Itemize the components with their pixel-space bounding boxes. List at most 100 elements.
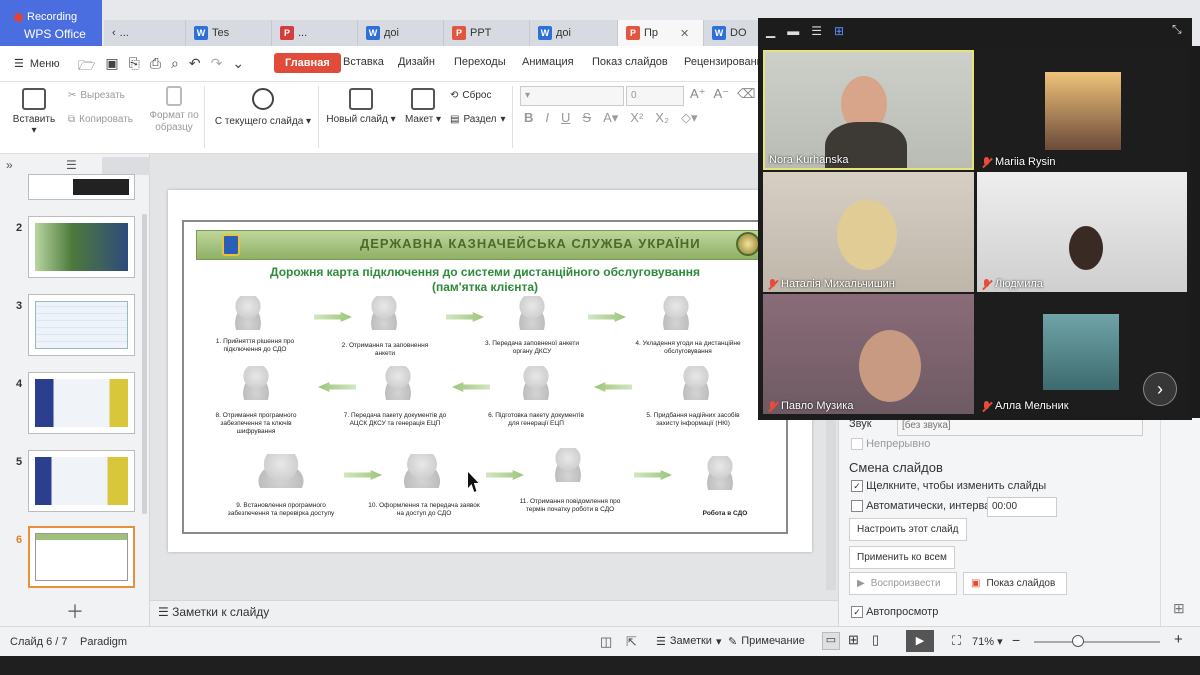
- start-from-current-button[interactable]: С текущего слайда ▾: [214, 88, 312, 127]
- video-tile-3[interactable]: Наталія Михальчишин: [763, 172, 974, 292]
- font-color-icon[interactable]: A▾: [603, 110, 618, 126]
- bold-icon[interactable]: B: [524, 110, 533, 126]
- subscript-icon[interactable]: X₂: [655, 110, 669, 126]
- reset-button[interactable]: ⟲ Сброс: [450, 90, 491, 101]
- start-slideshow-button[interactable]: ▶: [906, 630, 934, 652]
- tab-transitions[interactable]: Переходы: [454, 56, 506, 68]
- strikethrough-icon[interactable]: S: [582, 110, 591, 126]
- grow-font-icon[interactable]: A⁺: [690, 86, 706, 102]
- tab-document-2[interactable]: P...: [272, 20, 358, 46]
- zoom-out-icon[interactable]: −: [1012, 632, 1020, 648]
- tab-active-presentation[interactable]: P Пр ✕: [618, 20, 704, 46]
- clear-format-icon[interactable]: ⌫: [737, 86, 755, 102]
- fit-slide-icon[interactable]: ◫: [600, 634, 612, 650]
- new-slide-button[interactable]: Новый слайд ▾: [326, 88, 396, 125]
- paste-button[interactable]: Вставить ▾: [10, 88, 58, 136]
- zoom-slider-thumb[interactable]: [1072, 635, 1084, 647]
- slide-notes-bar[interactable]: ☰ Заметки к слайду: [150, 600, 838, 626]
- shrink-font-icon[interactable]: A⁻: [714, 86, 730, 102]
- tab-document-5[interactable]: Wдоі: [530, 20, 618, 46]
- tab-document-3[interactable]: Wдоі: [358, 20, 444, 46]
- slides-view-tab[interactable]: [102, 157, 150, 175]
- fit-window-icon[interactable]: ⛶: [952, 633, 961, 649]
- italic-icon[interactable]: I: [545, 110, 549, 126]
- tab-slideshow[interactable]: Показ слайдов: [592, 56, 668, 68]
- close-tab-icon[interactable]: ✕: [680, 27, 689, 40]
- tab-back[interactable]: ‹...: [104, 20, 186, 46]
- layout-button[interactable]: Макет ▾: [402, 88, 444, 125]
- export-icon[interactable]: ⇱: [626, 634, 637, 650]
- export-pdf-icon[interactable]: ⎘: [129, 55, 140, 79]
- auto-interval-checkbox[interactable]: Автоматически, интервал:: [851, 500, 1000, 513]
- video-tile-1[interactable]: Nora Kurhanska: [763, 50, 974, 170]
- superscript-icon[interactable]: X²: [630, 110, 643, 126]
- tab-document-6[interactable]: W DO: [704, 20, 760, 46]
- tab-home[interactable]: Главная: [274, 53, 341, 73]
- exit-fullscreen-icon[interactable]: ⤡: [1172, 22, 1182, 37]
- zoom-level[interactable]: 71% ▾: [972, 635, 1003, 648]
- stack-view-icon[interactable]: ☰: [811, 24, 822, 38]
- editor-scrollbar[interactable]: [826, 420, 836, 590]
- play-button[interactable]: ▶ Воспроизвести: [849, 572, 957, 595]
- notes-toggle[interactable]: ☰ Заметки ▾: [656, 635, 721, 648]
- section-button[interactable]: ▤ Раздел ▾: [450, 114, 506, 125]
- slide-thumbnail-2[interactable]: [28, 216, 135, 278]
- tab-document-4[interactable]: P PPT: [444, 20, 530, 46]
- video-tile-6[interactable]: Алла Мельник ›: [977, 294, 1187, 414]
- step-7-label: 7. Передача пакету документів до АЦСК ДК…: [343, 412, 447, 427]
- zoom-in-icon[interactable]: +: [1174, 631, 1183, 648]
- interval-input[interactable]: 00:00: [987, 497, 1057, 517]
- copy-button[interactable]: ⧉ Копировать: [68, 114, 133, 125]
- slide-thumbnail-6-selected[interactable]: [28, 526, 135, 588]
- collapse-panel-icon[interactable]: »: [6, 158, 13, 172]
- font-name-combo[interactable]: ▾: [520, 86, 624, 106]
- slide-thumbnail-4[interactable]: [28, 372, 135, 434]
- underline-icon[interactable]: U: [561, 110, 570, 126]
- reading-view-icon[interactable]: ▯: [872, 632, 879, 648]
- tab-design[interactable]: Дизайн: [398, 56, 435, 68]
- tab-animation[interactable]: Анимация: [522, 56, 574, 68]
- undo-icon[interactable]: ↶: [189, 55, 201, 79]
- print-preview-icon[interactable]: ⌕: [171, 55, 179, 79]
- on-click-checkbox[interactable]: ✓ Щелкните, чтобы изменить слайды: [851, 480, 1046, 493]
- outline-view-icon[interactable]: ☰: [66, 158, 77, 172]
- redo-icon[interactable]: ↷: [211, 55, 223, 79]
- sorter-view-icon[interactable]: ⊞: [848, 632, 859, 648]
- font-size-combo[interactable]: 0: [626, 86, 684, 106]
- wps-home-tab[interactable]: Recording WPS Office: [0, 0, 102, 46]
- next-page-arrow-icon[interactable]: ›: [1143, 372, 1177, 406]
- normal-view-icon[interactable]: ▭: [822, 632, 840, 650]
- main-menu-button[interactable]: ☰ Меню: [14, 57, 60, 71]
- back-arrow-icon[interactable]: ‹: [112, 27, 116, 39]
- more-dropdown-icon[interactable]: ⌄: [232, 55, 244, 79]
- slide-thumbnail-3[interactable]: [28, 294, 135, 356]
- comment-button[interactable]: ✎ Примечание: [728, 635, 805, 648]
- tab-insert[interactable]: Вставка: [343, 56, 384, 68]
- print-icon[interactable]: ⎙: [150, 55, 161, 79]
- play-icon: ▶: [857, 578, 865, 589]
- open-folder-icon[interactable]: 🗁: [78, 55, 95, 79]
- add-slide-icon[interactable]: ＋: [66, 598, 84, 624]
- apply-all-button[interactable]: Применить ко всем: [849, 546, 955, 569]
- slides-scrollbar[interactable]: [142, 214, 147, 514]
- tab-document-1[interactable]: W Tes: [186, 20, 272, 46]
- grid-view-icon[interactable]: ⊞: [1173, 600, 1185, 617]
- video-tile-5[interactable]: Павло Музика: [763, 294, 974, 414]
- gallery-view-icon[interactable]: ⊞: [834, 24, 844, 38]
- highlight-icon[interactable]: ◇▾: [681, 110, 698, 126]
- video-tile-4[interactable]: Людмила: [977, 172, 1187, 292]
- single-view-icon[interactable]: ▬: [787, 24, 799, 38]
- continuous-checkbox[interactable]: Непрерывно: [851, 438, 930, 451]
- slide-thumbnail-5[interactable]: [28, 450, 135, 512]
- format-painter-button[interactable]: Формат по образцу: [146, 86, 202, 134]
- save-icon[interactable]: ▣: [105, 55, 118, 79]
- slideshow-button[interactable]: ▣ Показ слайдов: [963, 572, 1067, 595]
- zoom-slider[interactable]: [1034, 641, 1160, 643]
- tab-review[interactable]: Рецензирование: [684, 56, 769, 68]
- autopreview-checkbox[interactable]: ✓ Автопросмотр: [851, 606, 938, 619]
- cut-button[interactable]: ✂ Вырезать: [68, 90, 125, 101]
- configure-slide-button[interactable]: Настроить этот слайд: [849, 518, 967, 541]
- video-tile-2[interactable]: Mariia Rysin: [977, 50, 1187, 170]
- slide-thumbnail-1-partial[interactable]: [28, 174, 135, 200]
- minimize-icon[interactable]: ▁: [766, 24, 775, 38]
